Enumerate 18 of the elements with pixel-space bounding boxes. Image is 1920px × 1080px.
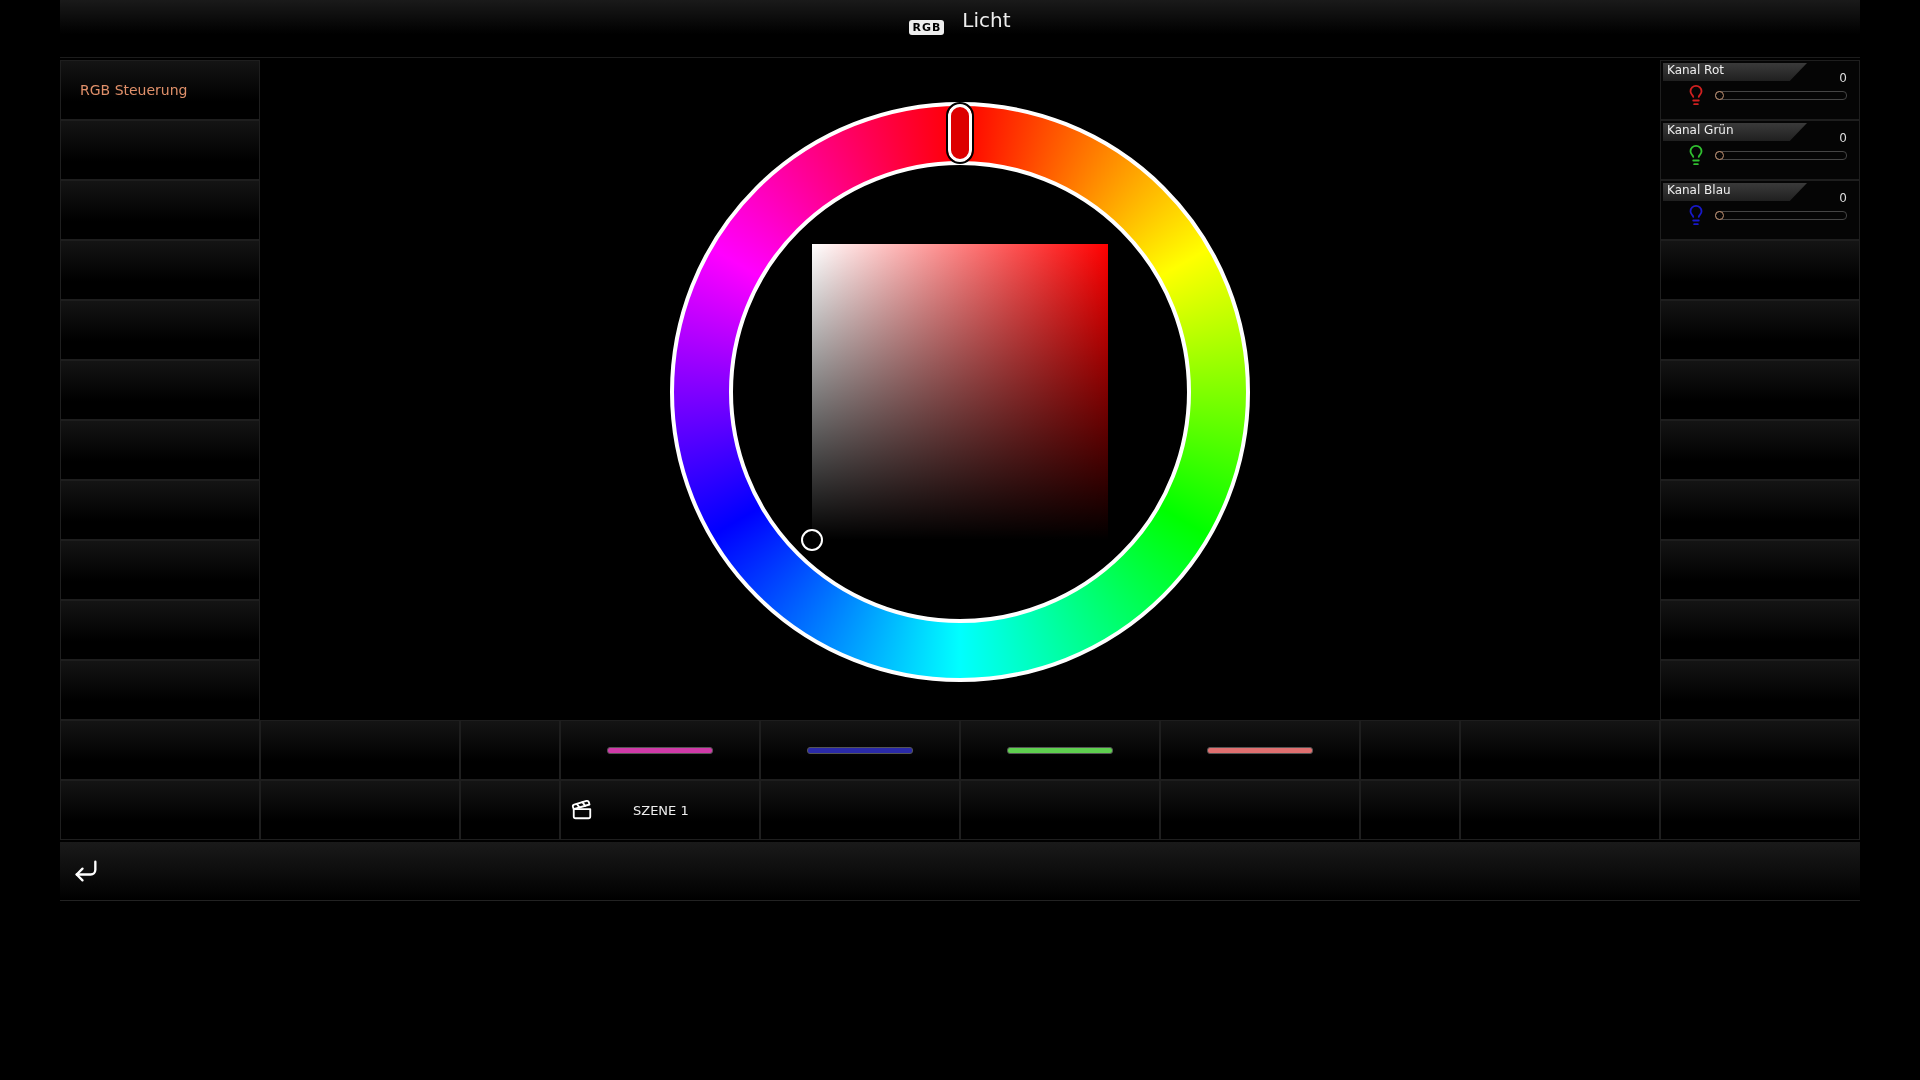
color-picker-handle[interactable] [801, 529, 823, 551]
channel-label: Kanal Blau [1663, 183, 1807, 201]
channel-value: 0 [1839, 191, 1847, 205]
sidebar-item[interactable]: RGB Steuerung [60, 60, 260, 120]
channel-value: 0 [1839, 131, 1847, 145]
channel-label: Kanal Rot [1663, 63, 1807, 81]
swatch-cell[interactable] [760, 720, 960, 780]
swatch-cell[interactable] [1160, 720, 1360, 780]
page-title: Licht [962, 8, 1011, 32]
scene-button[interactable]: SZENE 1 [560, 780, 760, 840]
channel-label: Kanal Grün [1663, 123, 1807, 141]
hue-handle[interactable] [948, 104, 972, 162]
rgb-badge: RGB [909, 20, 945, 35]
scene-label: SZENE 1 [633, 802, 689, 818]
clapperboard-icon [571, 799, 593, 821]
swatch-cell[interactable] [960, 720, 1160, 780]
channel-value: 0 [1839, 71, 1847, 85]
swatch-cell[interactable] [560, 720, 760, 780]
